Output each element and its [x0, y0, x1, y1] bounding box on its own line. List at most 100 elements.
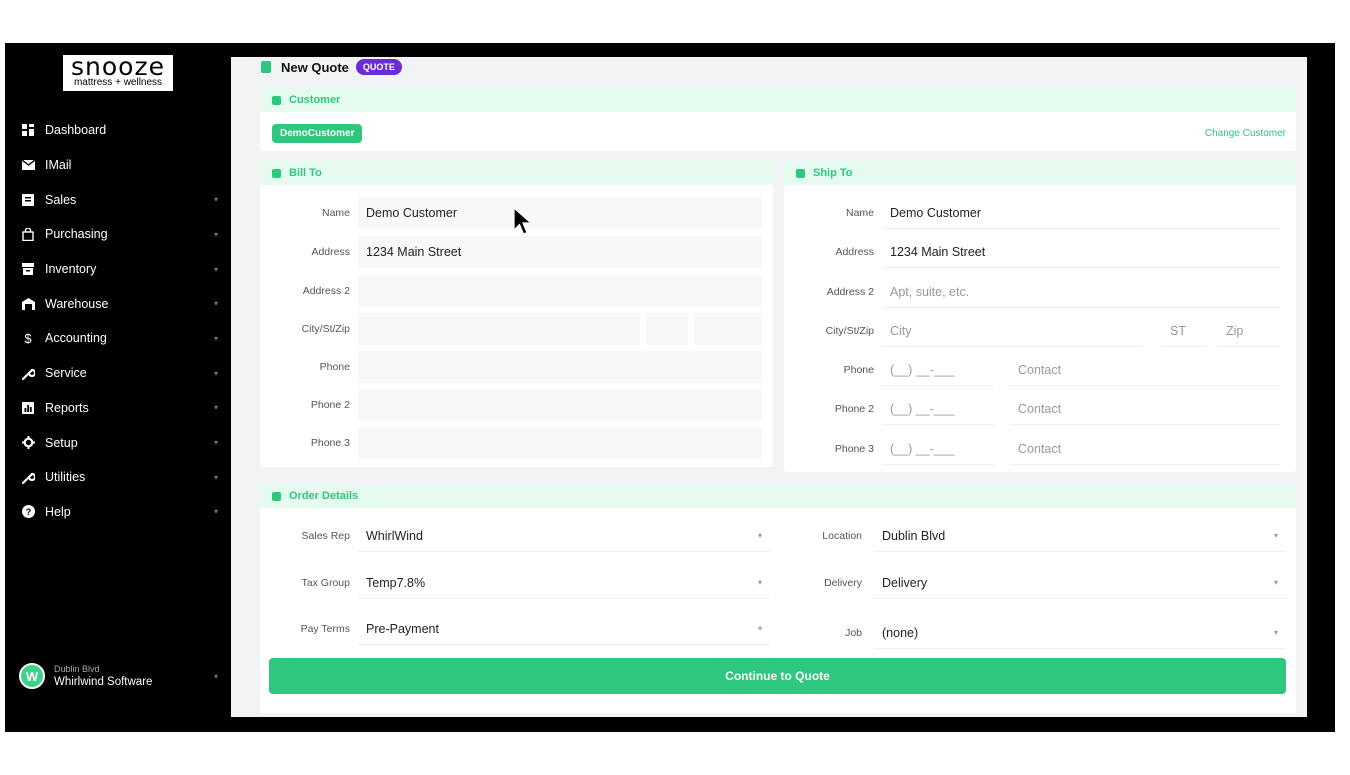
sidebar-item-label: Accounting [45, 331, 107, 346]
field-label: Delivery [824, 577, 862, 589]
chevron-down-icon: ▾ [213, 507, 218, 517]
chevron-down-icon: ▾ [213, 333, 218, 343]
document-icon [272, 491, 281, 501]
chevron-down-icon: ▾ [213, 671, 218, 681]
ship-name-input[interactable] [882, 197, 1280, 229]
ship-zip-input[interactable] [1218, 315, 1280, 347]
bill-phone-row: Phone [260, 351, 773, 385]
customer-card-header: Customer [260, 88, 1296, 112]
selected-customer-chip[interactable]: DemoCustomer [272, 124, 363, 143]
ship-address2-input[interactable] [882, 276, 1280, 308]
ship-name-row: Name [784, 197, 1296, 231]
sidebar-item-reports[interactable]: Reports ▾ [5, 391, 230, 426]
bill-to-header: Bill To [260, 161, 773, 185]
chevron-down-icon: ▾ [213, 299, 218, 309]
svg-text:?: ? [25, 507, 31, 517]
ship-phone3-row: Phone 3 [784, 433, 1296, 467]
chevron-down-icon: ▾ [213, 264, 218, 274]
sidebar-item-dashboard[interactable]: Dashboard [5, 113, 230, 148]
sidebar-item-utilities[interactable]: Utilities ▾ [5, 460, 230, 495]
chevron-down-icon: ▾ [757, 624, 762, 633]
ship-address-row: Address [784, 236, 1296, 270]
sidebar-item-setup[interactable]: Setup ▾ [5, 425, 230, 460]
ship-state-input[interactable] [1162, 315, 1206, 347]
page-header: New Quote QUOTE [261, 59, 402, 75]
ship-to-header: Ship To [784, 161, 1296, 185]
change-customer-link[interactable]: Change Customer [1205, 128, 1286, 139]
field-label: City/St/Zip [301, 323, 350, 335]
chevron-down-icon: ▾ [213, 472, 218, 482]
ship-phone2-contact-input[interactable] [1010, 393, 1280, 425]
sidebar-item-purchasing[interactable]: Purchasing ▾ [5, 217, 230, 252]
select-value: Dublin Blvd [882, 528, 946, 543]
sidebar-item-inventory[interactable]: Inventory ▾ [5, 252, 230, 287]
ship-phone3-contact-input[interactable] [1010, 433, 1280, 465]
ship-address2-row: Address 2 [784, 276, 1296, 310]
sidebar-item-help[interactable]: ? Help ▾ [5, 495, 230, 530]
sidebar-item-sales[interactable]: Sales ▾ [5, 182, 230, 217]
bill-address-row: Address [260, 236, 773, 270]
bill-address2-input[interactable] [358, 275, 762, 307]
bill-to-header-label: Bill To [289, 167, 322, 179]
sidebar-item-label: Service [45, 366, 87, 381]
main-content: New Quote QUOTE Customer DemoCustomer Ch… [231, 57, 1307, 717]
sidebar-item-imail[interactable]: IMail [5, 148, 230, 183]
bill-phone2-input[interactable] [358, 389, 762, 421]
sales-icon [21, 193, 35, 207]
ship-city-row: City/St/Zip [784, 315, 1296, 349]
bill-name-input[interactable] [358, 197, 762, 229]
delivery-select[interactable]: Delivery ▾ [874, 567, 1286, 599]
bill-phone-input[interactable] [358, 351, 762, 383]
field-label: Location [822, 530, 862, 542]
reports-icon [21, 401, 35, 415]
brand-logo[interactable]: snooze mattress + wellness [63, 52, 173, 91]
field-label: Address [311, 246, 350, 258]
job-select[interactable]: (none) ▾ [874, 617, 1286, 649]
user-menu[interactable]: W Dublin Blvd Whirlwind Software ▾ [19, 661, 224, 691]
pay-terms-select[interactable]: Pre-Payment ▾ [358, 613, 770, 645]
bill-phone3-row: Phone 3 [260, 427, 773, 461]
ship-city-input[interactable] [882, 315, 1142, 347]
customer-header-label: Customer [289, 94, 341, 106]
ship-phone2-input[interactable] [882, 393, 994, 425]
sidebar-item-warehouse[interactable]: Warehouse ▾ [5, 286, 230, 321]
location-select[interactable]: Dublin Blvd ▾ [874, 520, 1286, 552]
customer-card: Customer DemoCustomer Change Customer [260, 88, 1296, 151]
ship-address-input[interactable] [882, 236, 1280, 268]
bill-zip-input[interactable] [694, 313, 762, 345]
logo-wordmark: snooze [71, 52, 165, 81]
user-icon [272, 95, 281, 105]
bill-city-input[interactable] [358, 313, 640, 345]
bill-state-input[interactable] [646, 313, 688, 345]
field-label: Phone [319, 361, 350, 373]
sidebar-item-label: Sales [45, 192, 77, 207]
sales-rep-select[interactable]: WhirlWind ▾ [358, 520, 770, 552]
wrench-icon [21, 470, 35, 484]
bill-phone3-input[interactable] [358, 427, 762, 459]
sidebar-item-label: Dashboard [45, 123, 107, 138]
field-label: Phone 2 [310, 399, 350, 411]
field-label: Name [845, 207, 874, 219]
truck-icon [796, 168, 805, 178]
ship-phone-row: Phone [784, 354, 1296, 388]
chevron-down-icon: ▾ [757, 531, 762, 540]
ship-phone-contact-input[interactable] [1010, 354, 1280, 386]
ship-phone3-input[interactable] [882, 433, 994, 465]
mouse-cursor-icon [513, 207, 533, 235]
inventory-icon [21, 262, 35, 276]
continue-to-quote-button[interactable]: Continue to Quote [269, 658, 1286, 694]
page-title: New Quote [281, 59, 349, 75]
field-label: Pay Terms [300, 623, 350, 635]
chevron-down-icon: ▾ [213, 229, 218, 239]
tax-group-select[interactable]: Temp7.8% ▾ [358, 567, 770, 599]
warehouse-icon [21, 297, 35, 311]
sidebar-item-label: Setup [45, 435, 78, 450]
ship-phone-input[interactable] [882, 354, 994, 386]
chevron-down-icon: ▾ [213, 403, 218, 413]
sidebar-item-accounting[interactable]: $ Accounting ▾ [5, 321, 230, 356]
pay-terms-row: Pay Terms Pre-Payment ▾ Job (none) ▾ [260, 613, 1296, 649]
avatar: W [19, 663, 45, 689]
sales-rep-row: Sales Rep WhirlWind ▾ Location Dublin Bl… [260, 520, 1296, 554]
sidebar-item-service[interactable]: Service ▾ [5, 356, 230, 391]
bill-address-input[interactable] [358, 236, 762, 268]
